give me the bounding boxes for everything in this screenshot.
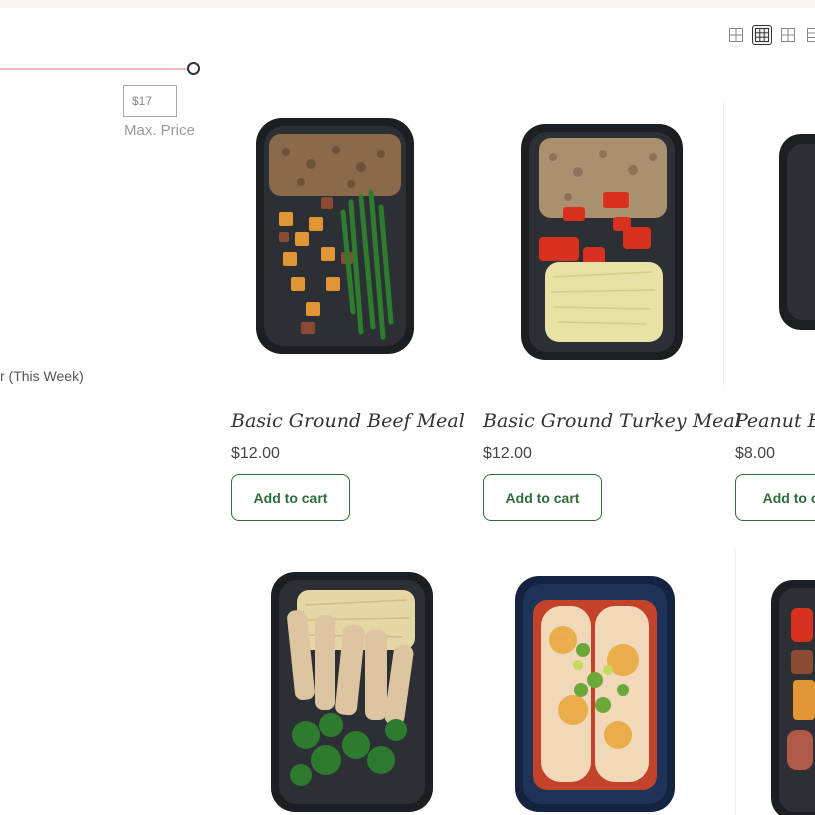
top-banner-strip [0, 0, 815, 8]
product-image[interactable] [483, 112, 723, 392]
product-name[interactable]: Basic Ground Beef Meal [231, 410, 465, 432]
card-divider [723, 100, 724, 390]
add-to-cart-button[interactable]: Add to cart [231, 474, 350, 521]
product-card: Basic Ground Beef Meal $12.00 Add to car… [231, 112, 471, 521]
product-card [735, 560, 815, 815]
product-price: $12.00 [483, 445, 532, 462]
max-price-label: Max. Price [124, 122, 195, 139]
category-filter-label[interactable]: r (This Week) [0, 368, 84, 384]
product-card: Peanut Bu $8.00 Add to ca [735, 112, 815, 522]
max-price-input[interactable] [123, 85, 177, 117]
product-card: Basic Ground Turkey Meal $12.00 Add to c… [483, 112, 741, 521]
grid-2-icon[interactable] [726, 25, 746, 45]
product-image[interactable] [483, 560, 723, 815]
product-card [231, 560, 471, 815]
price-slider-track[interactable] [0, 68, 188, 70]
product-price: $12.00 [231, 445, 280, 462]
list-icon[interactable] [804, 25, 815, 45]
add-to-cart-button[interactable]: Add to cart [483, 474, 602, 521]
product-price: $8.00 [735, 445, 776, 462]
view-toggle-group [726, 25, 815, 45]
product-card [483, 560, 723, 815]
product-image[interactable] [735, 112, 815, 392]
product-image[interactable] [231, 112, 471, 392]
product-name[interactable]: Peanut Bu [735, 410, 815, 432]
add-to-cart-button[interactable]: Add to ca [735, 474, 815, 521]
grid-3-icon[interactable] [752, 25, 772, 45]
product-image[interactable] [735, 560, 815, 815]
product-image[interactable] [231, 560, 471, 815]
product-name[interactable]: Basic Ground Turkey Meal [483, 410, 741, 432]
price-slider-handle[interactable] [187, 62, 200, 75]
grid-4-icon[interactable] [778, 25, 798, 45]
